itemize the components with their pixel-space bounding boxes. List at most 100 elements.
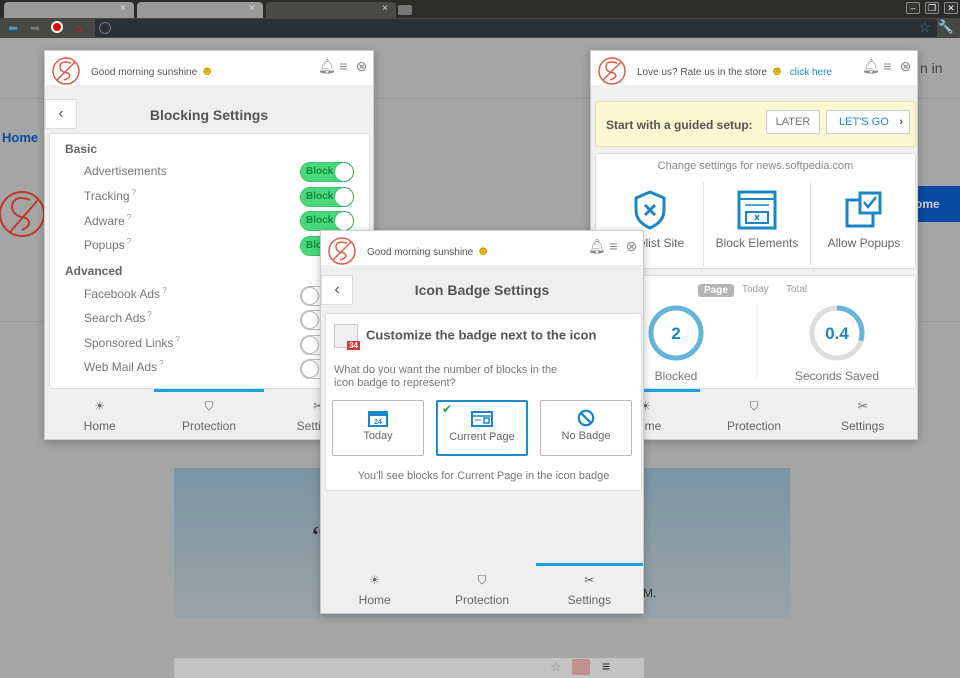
- footer-label: Protection: [454, 593, 509, 607]
- section-advanced: Advanced: [65, 264, 123, 278]
- option-current-page[interactable]: ✔ Current Page: [436, 400, 528, 456]
- navigation-bar: ⬅ ➡ ⌂ ☆ 🔧: [0, 18, 960, 38]
- block-elements-button[interactable]: Block Elements: [703, 182, 810, 266]
- browser-tab[interactable]: ×: [137, 2, 263, 18]
- wrench-icon[interactable]: 🔧: [938, 19, 954, 35]
- rate-link[interactable]: click here: [790, 67, 832, 78]
- sunrise-icon: ☀: [369, 573, 381, 587]
- help-icon[interactable]: ?: [162, 286, 166, 295]
- help-icon[interactable]: ?: [127, 237, 131, 246]
- site-text: Change settings for news.softpedia.com: [657, 160, 854, 172]
- sign-in-link[interactable]: n in: [920, 60, 943, 76]
- tab-close-icon[interactable]: ×: [120, 3, 126, 14]
- seconds-ring: 0.4: [809, 305, 865, 361]
- toggle-adware[interactable]: Block: [300, 211, 354, 231]
- guided-setup-banner: Start with a guided setup: LATER LET'S G…: [595, 101, 916, 147]
- menu-icon[interactable]: ≡: [606, 239, 621, 253]
- stat-tab-today[interactable]: Today: [742, 284, 769, 295]
- bookmark-star-icon[interactable]: ☆: [550, 659, 562, 675]
- later-button[interactable]: LATER: [766, 110, 820, 134]
- back-arrow-icon[interactable]: ⬅: [6, 21, 20, 35]
- rate-text: Love us? Rate us in the store ☻ click here: [637, 63, 832, 78]
- heading-text: Customize the badge next to the icon: [366, 327, 597, 343]
- option-label: No Badge: [561, 430, 611, 442]
- menu-icon[interactable]: ≡: [602, 658, 610, 674]
- nav-home-link[interactable]: Home: [2, 130, 38, 145]
- minimize-button[interactable]: –: [906, 2, 920, 14]
- tab-close-icon[interactable]: ×: [382, 3, 388, 14]
- allow-popups-button[interactable]: Allow Popups: [810, 182, 917, 266]
- row-label: Advertisements: [84, 164, 167, 178]
- home-icon[interactable]: ⌂: [72, 21, 86, 35]
- menu-icon[interactable]: ≡: [880, 59, 895, 73]
- toggle-tracking[interactable]: Block: [300, 187, 354, 207]
- allow-popups-icon: [845, 191, 882, 228]
- help-icon[interactable]: ?: [132, 188, 136, 197]
- footer-tab-protection[interactable]: ⛉ Protection: [154, 389, 264, 439]
- page-icon: [471, 411, 493, 427]
- bell-icon[interactable]: 🔔︎: [588, 239, 606, 253]
- checkmark-icon: ✔: [442, 402, 453, 416]
- footer-label: Home: [83, 419, 116, 433]
- toggle-label: Block: [306, 215, 334, 226]
- footer-label: Home: [358, 593, 391, 607]
- sun-icon: ☻: [200, 63, 214, 78]
- row-label: Sponsored Links: [84, 336, 174, 350]
- stop-icon[interactable]: [50, 21, 64, 35]
- browser-tab[interactable]: ×: [4, 2, 134, 18]
- shield-x-icon: [634, 190, 665, 230]
- row-web-mail-ads: Web Mail Ads?: [84, 359, 164, 374]
- bell-icon[interactable]: 🔔︎: [862, 59, 880, 73]
- footer-label: Settings: [841, 419, 885, 433]
- toggle-knob: [335, 163, 353, 181]
- rate-label: Love us? Rate us in the store: [637, 67, 768, 78]
- close-icon[interactable]: ⊗: [624, 239, 639, 253]
- menu-icon[interactable]: ≡: [336, 59, 351, 73]
- home-button[interactable]: ome: [915, 186, 960, 222]
- help-icon[interactable]: ?: [159, 359, 163, 368]
- help-icon[interactable]: ?: [127, 213, 131, 222]
- toggle-label: Block: [306, 166, 334, 177]
- lets-go-label: LET'S GO: [839, 116, 889, 128]
- popup-header: Good morning sunshine ☻ 🔔︎ ≡ ⊗: [321, 231, 643, 268]
- browser-tab-active[interactable]: ×: [266, 2, 396, 18]
- new-tab-button[interactable]: [398, 5, 412, 15]
- badge-preview-icon: 34: [334, 324, 360, 350]
- footer-tab-settings[interactable]: ✂ Settings: [808, 391, 917, 439]
- forward-arrow-icon[interactable]: ➡: [28, 21, 42, 35]
- tab-strip: × × × – ❐ ✕: [0, 0, 960, 18]
- option-today[interactable]: 24 Today: [332, 400, 424, 456]
- globe-icon: [99, 22, 111, 34]
- row-sponsored-links: Sponsored Links?: [84, 335, 180, 350]
- greeting-text: Good morning sunshine ☻: [367, 243, 490, 258]
- toggle-knob: [301, 287, 319, 305]
- restore-button[interactable]: ❐: [925, 2, 939, 14]
- footer-tab-home[interactable]: ☀ Home: [45, 391, 154, 439]
- toggle-knob: [301, 311, 319, 329]
- footer-tab-settings[interactable]: ✂ Settings: [535, 563, 643, 613]
- close-icon[interactable]: ⊗: [898, 59, 913, 73]
- calendar-icon: 24: [368, 411, 388, 427]
- close-icon[interactable]: ⊗: [354, 59, 369, 73]
- row-label: Tracking: [84, 189, 130, 203]
- window-close-button[interactable]: ✕: [944, 2, 958, 14]
- stat-tab-total[interactable]: Total: [786, 284, 807, 295]
- action-label: Block Elements: [715, 236, 799, 250]
- footer-tab-protection[interactable]: ⛉ Protection: [428, 565, 535, 613]
- option-label: Today: [363, 430, 393, 442]
- help-icon[interactable]: ?: [175, 335, 179, 344]
- extension-icon[interactable]: [572, 659, 590, 675]
- lets-go-button[interactable]: LET'S GO ›: [826, 110, 910, 134]
- address-bar[interactable]: ☆: [95, 19, 937, 37]
- footer-tab-home[interactable]: ☀ Home: [321, 565, 428, 613]
- toggle-advertisements[interactable]: Block: [300, 162, 354, 182]
- tab-close-icon[interactable]: ×: [249, 3, 255, 14]
- stat-tab-page[interactable]: Page: [698, 284, 734, 297]
- shield-icon: ⛉: [204, 399, 214, 413]
- site-logo-icon: [0, 191, 45, 237]
- option-no-badge[interactable]: No Badge: [540, 400, 632, 456]
- footer-tab-protection[interactable]: ⛉ Protection: [700, 391, 809, 439]
- bell-icon[interactable]: 🔔︎: [318, 59, 336, 73]
- bookmark-star-icon[interactable]: ☆: [918, 19, 931, 36]
- help-icon[interactable]: ?: [147, 310, 151, 319]
